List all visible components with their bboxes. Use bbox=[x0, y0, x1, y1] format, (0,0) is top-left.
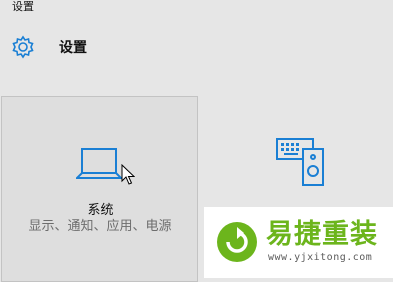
refresh-logo-icon bbox=[217, 222, 257, 262]
tile-system[interactable]: 系统 显示、通知、应用、电源 bbox=[1, 96, 198, 282]
tile-system-label: 系统 bbox=[87, 203, 114, 218]
gear-icon bbox=[12, 35, 34, 59]
brand-url: www.yjxitong.com bbox=[268, 252, 373, 263]
watermark-badge: 易捷重装 www.yjxitong.com bbox=[204, 207, 393, 278]
brand-name: 易捷重装 bbox=[266, 219, 378, 250]
laptop-icon bbox=[76, 148, 122, 179]
mouse-cursor-icon bbox=[121, 164, 135, 185]
devices-icon bbox=[276, 138, 324, 186]
tile-system-description: 显示、通知、应用、电源 bbox=[28, 219, 172, 234]
tile-devices[interactable] bbox=[272, 134, 332, 188]
page-title: 设置 bbox=[59, 40, 87, 56]
settings-header: 设置 bbox=[10, 34, 87, 60]
window-title: 设置 bbox=[12, 0, 34, 13]
